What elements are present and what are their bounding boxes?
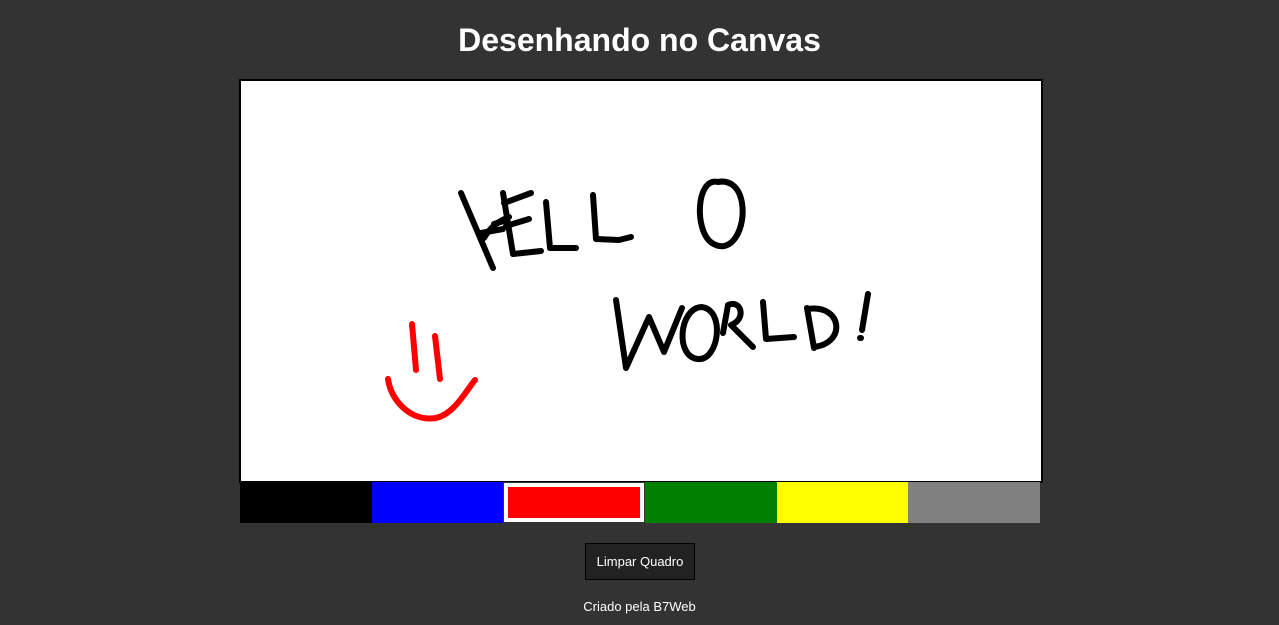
color-swatch-blue[interactable] bbox=[371, 482, 504, 523]
footer-credit: Criado pela B7Web bbox=[583, 599, 696, 614]
canvas-drawing bbox=[385, 178, 871, 422]
drawn-stroke-hello bbox=[458, 178, 746, 271]
color-palette bbox=[240, 482, 1041, 523]
color-swatch-yellow[interactable] bbox=[776, 482, 909, 523]
page-title: Desenhando no Canvas bbox=[458, 22, 821, 58]
drawn-stroke-world bbox=[613, 291, 871, 371]
color-swatch-red[interactable] bbox=[503, 482, 646, 523]
color-swatch-black[interactable] bbox=[240, 482, 372, 523]
drawn-stroke-smiley bbox=[385, 321, 478, 422]
drawing-canvas[interactable] bbox=[239, 79, 1043, 483]
clear-board-button[interactable]: Limpar Quadro bbox=[585, 543, 695, 580]
color-swatch-green[interactable] bbox=[645, 482, 777, 523]
color-swatch-gray[interactable] bbox=[908, 482, 1041, 523]
page: Desenhando no Canvas Limpar Quadro Criad… bbox=[0, 0, 1279, 625]
